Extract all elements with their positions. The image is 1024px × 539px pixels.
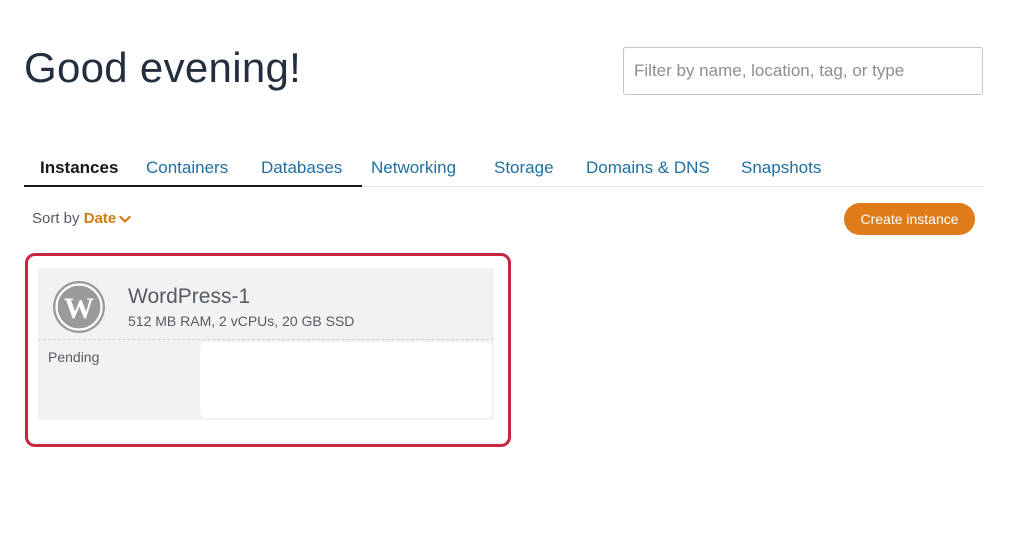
page-title: Good evening!: [24, 44, 302, 91]
chevron-down-icon: [119, 211, 131, 228]
sort-control: Sort by Date: [32, 210, 131, 228]
status-panel: [200, 342, 492, 418]
tab-storage[interactable]: Storage: [494, 158, 554, 178]
instance-status: Pending: [48, 349, 100, 365]
tab-snapshots[interactable]: Snapshots: [741, 158, 821, 178]
svg-text:W: W: [64, 292, 94, 325]
tab-domains-dns[interactable]: Domains & DNS: [586, 158, 710, 178]
instance-specs: 512 MB RAM, 2 vCPUs, 20 GB SSD: [128, 313, 355, 329]
wordpress-icon: W: [52, 280, 106, 334]
instance-card-header: W WordPress-1 512 MB RAM, 2 vCPUs, 20 GB…: [38, 268, 494, 340]
filter-search-box[interactable]: [623, 47, 983, 95]
resource-tabs: Instances Containers Databases Networkin…: [24, 148, 984, 187]
tab-instances[interactable]: Instances: [40, 158, 118, 178]
create-instance-button[interactable]: Create instance: [844, 203, 975, 235]
tab-group-underline: [24, 185, 362, 187]
sort-label: Sort by: [32, 210, 80, 227]
lightsail-home: Good evening! Instances Containers Datab…: [0, 0, 1024, 539]
tab-containers[interactable]: Containers: [146, 158, 228, 178]
search-input[interactable]: [624, 48, 982, 94]
tab-networking[interactable]: Networking: [371, 158, 456, 178]
instance-card[interactable]: W WordPress-1 512 MB RAM, 2 vCPUs, 20 GB…: [38, 268, 494, 420]
sort-value: Date: [83, 210, 117, 227]
tab-databases[interactable]: Databases: [261, 158, 342, 178]
instance-name[interactable]: WordPress-1: [128, 285, 250, 309]
sort-dropdown[interactable]: Date: [84, 210, 132, 227]
